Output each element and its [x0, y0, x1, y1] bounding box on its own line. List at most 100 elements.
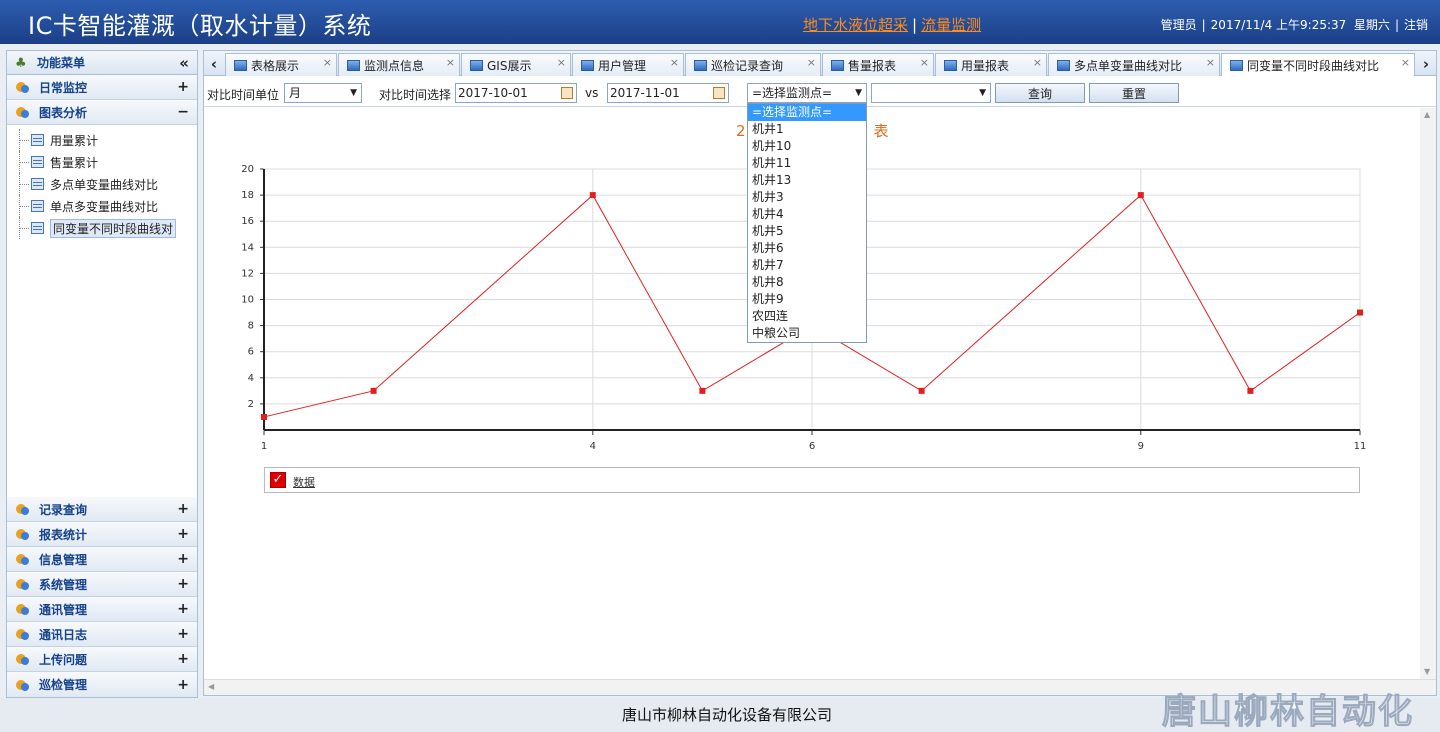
close-icon[interactable]: × [670, 56, 679, 69]
vertical-scrollbar[interactable]: ▲ ▼ [1420, 108, 1436, 680]
current-weekday: 星期六 [1353, 18, 1390, 32]
close-icon[interactable]: × [557, 56, 566, 69]
footer: 唐山市柳林自动化设备有限公司 唐山柳林自动化 [0, 692, 1440, 732]
data-point [1247, 387, 1254, 394]
dropdown-option[interactable]: =选择监测点= [748, 104, 866, 121]
tree-item-usage-total[interactable]: 用量累计 [17, 129, 197, 151]
close-icon[interactable]: × [446, 56, 455, 69]
y-tick-label: 14 [241, 242, 254, 253]
tree-item-single-point[interactable]: 单点多变量曲线对比 [17, 195, 197, 217]
close-icon[interactable]: × [1401, 56, 1410, 69]
dropdown-option[interactable]: 机井4 [748, 206, 866, 223]
collapse-sidebar-button[interactable]: « [179, 54, 189, 72]
tab-icon [347, 59, 360, 71]
dropdown-option[interactable]: 机井7 [748, 257, 866, 274]
section-icon [15, 627, 31, 641]
scroll-down-icon[interactable]: ▼ [1424, 667, 1430, 676]
expand-icon: + [177, 501, 189, 517]
tab-scroll-right-button[interactable]: › [1418, 53, 1434, 74]
date-to-input[interactable]: 2017-11-01 [607, 83, 729, 103]
expand-icon: + [177, 79, 189, 95]
dropdown-option[interactable]: 机井8 [748, 274, 866, 291]
app-title: IC卡智能灌溉（取水计量）系统 [28, 12, 372, 40]
section-icon [15, 527, 31, 541]
scroll-left-icon[interactable]: ◀ [208, 682, 214, 691]
tab-scroll-left-button[interactable]: ‹ [206, 53, 222, 74]
flow-monitor-link[interactable]: 流量监测 [921, 16, 981, 34]
tab-table-view[interactable]: 表格展示 × [225, 53, 337, 76]
tab-sales-report[interactable]: 售量报表 × [822, 53, 934, 76]
sidebar-section-daily-monitor[interactable]: 日常监控 + [7, 75, 197, 100]
y-tick-label: 16 [241, 216, 254, 227]
app-header: IC卡智能灌溉（取水计量）系统 地下水液位超采 | 流量监测 管理员 | 2017/11… [0, 0, 1440, 44]
dropdown-option[interactable]: 机井5 [748, 223, 866, 240]
close-icon[interactable]: × [1033, 56, 1042, 69]
sidebar-section-comm[interactable]: 通讯管理 + [7, 597, 197, 622]
time-unit-select[interactable]: 月 ▼ [284, 83, 362, 103]
sidebar-section-records[interactable]: 记录查询 + [7, 497, 197, 522]
query-button[interactable]: 查询 [995, 83, 1085, 103]
tree-item-same-variable[interactable]: 同变量不同时段曲线对 [17, 217, 197, 239]
sidebar-section-inspection[interactable]: 巡检管理 + [7, 672, 197, 697]
date-from-input[interactable]: 2017-10-01 [455, 83, 577, 103]
user-info: 管理员 | 2017/11/4 上午9:25:37 星期六 | 注销 [1160, 18, 1428, 32]
close-icon[interactable]: × [1206, 56, 1215, 69]
scroll-up-icon[interactable]: ▲ [1424, 110, 1430, 119]
monitor-point-dropdown-list: =选择监测点= 机井1 机井10 机井11 机井13 机井3 机井4 机井5 机井6 机井7 机井8… [747, 103, 867, 343]
sidebar: ♣ 功能菜单 « 日常监控 + 图表分析 − 用量累计 售量累计 多点单变量曲线… [6, 50, 198, 698]
calendar-icon[interactable] [561, 87, 573, 99]
tab-monitor-info[interactable]: 监测点信息 × [338, 53, 460, 76]
reset-button[interactable]: 重置 [1089, 83, 1179, 103]
sidebar-bottom-sections: 记录查询 + 报表统计 + 信息管理 + 系统管理 + 通讯管理 + 通讯日志 + 上传问题… [7, 497, 197, 697]
tree-item-multi-point[interactable]: 多点单变量曲线对比 [17, 173, 197, 195]
sidebar-section-upload[interactable]: 上传问题 + [7, 647, 197, 672]
sidebar-section-reports[interactable]: 报表统计 + [7, 522, 197, 547]
close-icon[interactable]: × [920, 56, 929, 69]
table-icon [31, 134, 44, 146]
calendar-icon[interactable] [713, 87, 725, 99]
tab-icon [234, 59, 247, 71]
monitor-point-select[interactable]: =选择监测点= ▼ [747, 83, 867, 103]
section-icon [15, 552, 31, 566]
dropdown-option[interactable]: 中粮公司 [748, 325, 866, 342]
tree-item-sales-total[interactable]: 售量累计 [17, 151, 197, 173]
sidebar-header: ♣ 功能菜单 « [7, 51, 197, 75]
section-icon [15, 105, 31, 119]
x-tick-label: 9 [1138, 441, 1144, 452]
tab-usage-report[interactable]: 用量报表 × [935, 53, 1047, 76]
expand-icon: + [177, 651, 189, 667]
sidebar-section-chart-analysis[interactable]: 图表分析 − [7, 100, 197, 125]
dropdown-option[interactable]: 机井9 [748, 291, 866, 308]
tab-icon [831, 59, 844, 71]
legend-series-label[interactable]: 数据 [293, 474, 315, 490]
y-tick-label: 12 [241, 268, 254, 279]
company-name: 唐山市柳林自动化设备有限公司 [622, 706, 833, 724]
section-icon [15, 652, 31, 666]
dropdown-option[interactable]: 机井11 [748, 155, 866, 172]
dropdown-option[interactable]: 机井13 [748, 172, 866, 189]
variable-select[interactable]: ▼ [871, 83, 991, 103]
dropdown-option[interactable]: 机井10 [748, 138, 866, 155]
legend-checkbox[interactable]: ✓ [270, 472, 286, 488]
sidebar-section-comm-log[interactable]: 通讯日志 + [7, 622, 197, 647]
tab-gis[interactable]: GIS展示 × [461, 53, 571, 76]
sidebar-section-info[interactable]: 信息管理 + [7, 547, 197, 572]
tab-multi-point-compare[interactable]: 多点单变量曲线对比 × [1048, 53, 1220, 76]
logout-link[interactable]: 注销 [1404, 18, 1428, 32]
tab-icon [581, 59, 594, 71]
close-icon[interactable]: × [807, 56, 816, 69]
expand-icon: + [177, 551, 189, 567]
dropdown-option[interactable]: 机井3 [748, 189, 866, 206]
dropdown-option[interactable]: 机井1 [748, 121, 866, 138]
close-icon[interactable]: × [323, 56, 332, 69]
tab-user-management[interactable]: 用户管理 × [572, 53, 684, 76]
chart-legend: ✓ 数据 [264, 467, 1360, 493]
data-point [699, 387, 706, 394]
dropdown-option[interactable]: 机井6 [748, 240, 866, 257]
groundwater-link[interactable]: 地下水液位超采 [803, 16, 908, 34]
tab-inspection-query[interactable]: 巡检记录查询 × [685, 53, 821, 76]
tab-icon [694, 59, 707, 71]
tab-same-variable-compare[interactable]: 同变量不同时段曲线对比 × [1221, 53, 1415, 76]
dropdown-option[interactable]: 农四连 [748, 308, 866, 325]
sidebar-section-system[interactable]: 系统管理 + [7, 572, 197, 597]
